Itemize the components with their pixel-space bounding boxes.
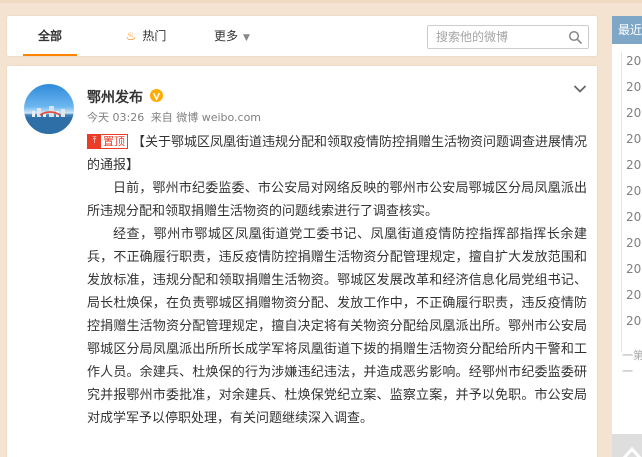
author-name[interactable]: 鄂州发布	[87, 87, 143, 107]
tab-all-label: 全部	[37, 29, 62, 43]
tab-hot[interactable]: ♨ 热门	[111, 16, 181, 56]
pinned-badge: ⤒ 置顶	[87, 134, 128, 149]
tab-all[interactable]: 全部	[15, 16, 85, 56]
flame-icon: ♨	[125, 29, 137, 43]
post-meta: 今天 03:26 来自 微博 weibo.com	[87, 109, 264, 125]
tab-hot-label: 热门	[142, 29, 167, 43]
post-source: 来自 微博 weibo.com	[150, 111, 262, 124]
sidebar-header[interactable]: 最近	[612, 16, 642, 44]
tab-more-label: 更多	[214, 29, 239, 43]
arrow-up-icon	[622, 446, 642, 457]
sidebar-year[interactable]: 201	[626, 132, 642, 146]
sidebar-year[interactable]: 201	[626, 106, 642, 120]
post-time[interactable]: 今天 03:26	[87, 111, 144, 124]
timeline-tab-bar: 全部 ♨ 热门 更多 ▼	[7, 16, 597, 56]
sidebar-year[interactable]: 202	[626, 54, 642, 68]
timeline-rail	[621, 52, 622, 352]
sidebar-year[interactable]: 201	[626, 236, 642, 250]
avatar-skyline-image	[24, 106, 74, 134]
sidebar-year[interactable]: 201	[626, 210, 642, 224]
top-strip	[0, 0, 642, 3]
post-body: ⤒ 置顶 【关于鄂城区凤凰街道违规分配和领取疫情防控捐赠生活物资问题调查进展情况的通…	[87, 131, 587, 430]
back-to-top-button[interactable]	[612, 434, 642, 457]
sidebar-year[interactable]: 201	[626, 80, 642, 94]
search-icon[interactable]	[568, 30, 582, 44]
year-timeline-sidebar: 最近 202 201 201 201 201 201 201 201 201 2…	[612, 16, 642, 457]
search-input[interactable]	[428, 26, 564, 48]
post-title-line: ⤒ 置顶 【关于鄂城区凤凰街道违规分配和领取疫情防控捐赠生活物资问题调查进展情况的通…	[87, 131, 587, 177]
sidebar-year[interactable]: 201	[626, 184, 642, 198]
chevron-down-icon: ▼	[243, 33, 250, 43]
sidebar-year[interactable]: 201	[626, 158, 642, 172]
post-paragraph-1: 日前，鄂州市纪委监委、市公安局对网络反映的鄂州市公安局鄂城区分局凤凰派出所违规分…	[87, 181, 587, 219]
avatar[interactable]	[24, 84, 74, 134]
sidebar-year[interactable]: 201	[626, 288, 642, 302]
search-box	[427, 25, 589, 49]
pinned-label: 置顶	[103, 135, 125, 148]
sidebar-year[interactable]: 201	[626, 314, 642, 328]
sidebar-year[interactable]: 201	[626, 262, 642, 276]
post-title: 【关于鄂城区凤凰街道违规分配和领取疫情防控捐赠生活物资问题调查进展情况的通报】	[87, 135, 588, 173]
verified-badge-icon	[150, 89, 163, 102]
post-menu-chevron-icon[interactable]	[573, 84, 587, 94]
weibo-post-card: 鄂州发布 今天 03:26 来自 微博 weibo.com ⤒ 置顶 【关于鄂城区凤…	[7, 66, 597, 457]
tab-more[interactable]: 更多 ▼	[207, 16, 257, 56]
post-paragraph-2: 经查，鄂州市鄂城区凤凰街道党工委书记、凤凰街道疫情防控指挥部指挥长余建兵，不正确…	[87, 227, 587, 426]
pin-icon: ⤒	[88, 135, 101, 148]
sidebar-footer[interactable]: 一第一	[622, 347, 642, 379]
